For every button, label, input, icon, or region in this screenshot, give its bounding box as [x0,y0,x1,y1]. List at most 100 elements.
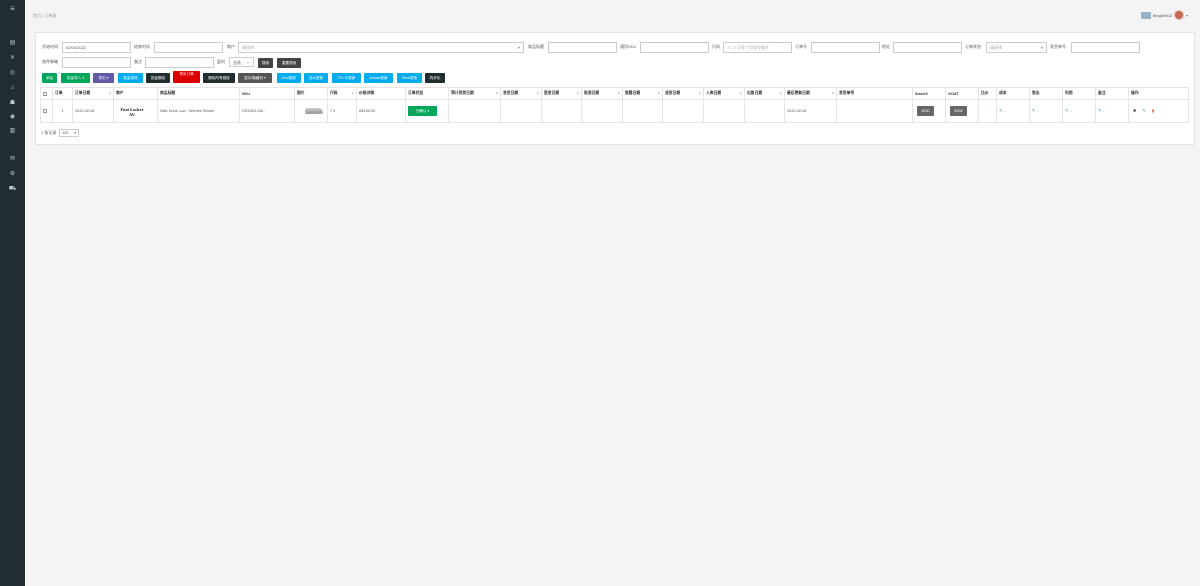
col-header[interactable]: 尺码 ⇅ [327,87,357,100]
handshake-icon[interactable]: ☗ [8,100,17,106]
goat-price-button[interactable]: $339 [950,106,967,116]
order-status-select[interactable]: 请选择 ▾ [986,42,1047,53]
menu-toggle-icon[interactable]: ≡ [8,5,17,13]
notification-icon[interactable] [1140,11,1151,19]
envelope-icon[interactable]: ✉ [8,156,17,162]
table-row[interactable]: 1 2022-02-04 Foot Locker AU Nike Dunk Low… [40,99,1189,123]
show-hide-columns-button[interactable]: 显示/隐藏列 ▾ [238,73,272,83]
col-header[interactable]: 订单 [52,87,73,100]
car-icon[interactable]: ⛟ [8,186,17,192]
col-header[interactable]: 图片 [294,87,328,100]
steel-update-button[interactable]: Steel更新 [397,73,422,83]
col-header[interactable]: 商户 [113,87,158,100]
star-icon[interactable]: ✱ [1133,109,1136,113]
search-button[interactable]: 搜索 [258,58,273,68]
edit-icon[interactable]: ✎ [1142,108,1146,113]
col-header[interactable]: 商品标题 [157,87,240,100]
batch-delete-button[interactable]: 批量删除 [146,73,170,83]
col-header[interactable]: 比价 [978,87,997,100]
kiwi-update-button[interactable]: Kiwi更新 [277,73,301,83]
sort-icon[interactable]: ⇅ [576,91,579,95]
sort-icon[interactable]: ⇅ [536,91,539,95]
col-header[interactable]: 签收日期 ⇅ [541,87,582,100]
profit-select[interactable]: 全选 ⌄ [229,57,254,67]
batch-edit-button[interactable]: 批量修改 [118,73,143,83]
ftl-update-button[interactable]: FTL Et更新 [332,73,361,83]
sort-icon[interactable]: ⇅ [351,91,354,95]
col-header[interactable]: 操作 [1128,87,1189,100]
note-input[interactable] [145,57,214,68]
eye-icon[interactable]: ◉ [8,114,17,120]
col-header[interactable]: 备注 [1095,87,1129,100]
start-time-input[interactable]: 02/04/2022 [62,42,131,53]
col-header[interactable]: 售出 [1029,87,1063,100]
status-dropdown[interactable]: 已确认 ▾ [408,106,437,116]
edit-icon[interactable]: ✎ [1032,108,1036,113]
sort-icon[interactable]: ⇅ [779,91,782,95]
sort-icon[interactable]: ⇅ [108,91,111,95]
select-all-checkbox[interactable] [40,87,53,100]
col-header[interactable]: 价格详情 [356,87,406,100]
export-button[interactable]: 导出 ▾ [93,73,114,83]
col-header[interactable]: 出售日期 ⇅ [744,87,785,100]
sort-icon[interactable]: ⇅ [831,91,834,95]
delete-all-links-button[interactable]: 删除所有链接 [203,73,235,83]
tracking-no-input[interactable] [1071,42,1140,53]
sort-icon[interactable]: ⇅ [657,91,660,95]
sort-icon[interactable]: ⇅ [739,91,742,95]
edit-icon[interactable]: ✎ [1098,108,1102,113]
bank-icon[interactable]: ⌂ [8,85,17,91]
settings-icon[interactable]: ⚙ [8,171,17,177]
col-header[interactable]: 退货日期 ⇅ [662,87,704,100]
edit-icon[interactable]: ✎ [1065,108,1069,113]
col-header[interactable]: GOAT [945,87,979,100]
edit-icon[interactable]: ✎ [999,108,1003,113]
col-header[interactable]: StockX [912,87,946,100]
adidas-update-button[interactable]: Adidas更新 [364,73,393,83]
export-orders-button[interactable]: 导出订单 [173,71,200,83]
sort-icon[interactable]: ⇅ [495,91,498,95]
order-no-input[interactable] [811,42,880,53]
col-header[interactable]: 利润 [1062,87,1096,100]
siren-update-button[interactable]: 西大更新 [304,73,328,83]
col-header[interactable]: 取消日期 ⇅ [581,87,623,100]
sync-button[interactable]: 同步化 [425,73,445,83]
chart-icon[interactable]: ▥ [8,128,17,134]
sort-icon[interactable]: ⇅ [698,91,701,95]
reset-search-button[interactable]: 重置搜索 [277,58,301,68]
col-header-label: 发货日期 [503,91,519,95]
product-title-input[interactable] [548,42,617,53]
col-header[interactable]: 入库日期 ⇅ [703,87,745,100]
row-checkbox[interactable] [40,99,53,123]
clipboard-icon[interactable]: ▤ [8,40,17,46]
col-header[interactable]: 成本 [996,87,1030,100]
add-button[interactable]: 添加 [42,73,57,83]
col-header[interactable]: SKU [239,87,295,100]
breadcrumb[interactable]: 首页 / 订单表 [33,13,56,19]
col-header[interactable]: 发货日期 ⇅ [500,87,542,100]
end-time-input[interactable] [154,42,223,53]
batch-import-button[interactable]: 批量导入 ▾ [61,73,90,83]
money-icon[interactable]: ◎ [8,70,17,76]
merchant-select[interactable]: 请选择 ▾ [238,42,524,53]
col-header[interactable]: 订单日期 ⇅ [72,87,114,100]
col-header[interactable]: 预计到货日期 ⇅ [448,87,501,100]
stockx-price-button[interactable]: $330 [917,106,934,116]
user-menu[interactable]: Bing#9002 ▾ [1140,10,1188,20]
sort-icon[interactable]: ⇅ [617,91,620,95]
col-header[interactable]: 售罄日期 ⇅ [622,87,663,100]
shoe-image[interactable] [305,107,323,114]
address-input[interactable] [893,42,962,53]
info-icon[interactable]: › [264,109,265,113]
col-header[interactable]: 订单状态 [405,87,449,100]
general-sku-input[interactable] [640,42,709,53]
size-input[interactable]: 7,7.5 可多个用逗号隔开 [723,42,792,53]
col-header[interactable]: 发货单号 [836,87,913,100]
trash-icon[interactable]: ▮ [1152,109,1154,113]
tools-icon[interactable]: ✕ [8,55,17,61]
receive-email-input[interactable] [62,57,131,68]
chevron-down-icon[interactable]: ▾ [1186,13,1188,18]
col-header[interactable]: 最后更新日期 ⇅ [784,87,837,100]
page-size-select[interactable]: 100 ▾ [59,129,80,137]
avatar[interactable] [1173,10,1184,20]
